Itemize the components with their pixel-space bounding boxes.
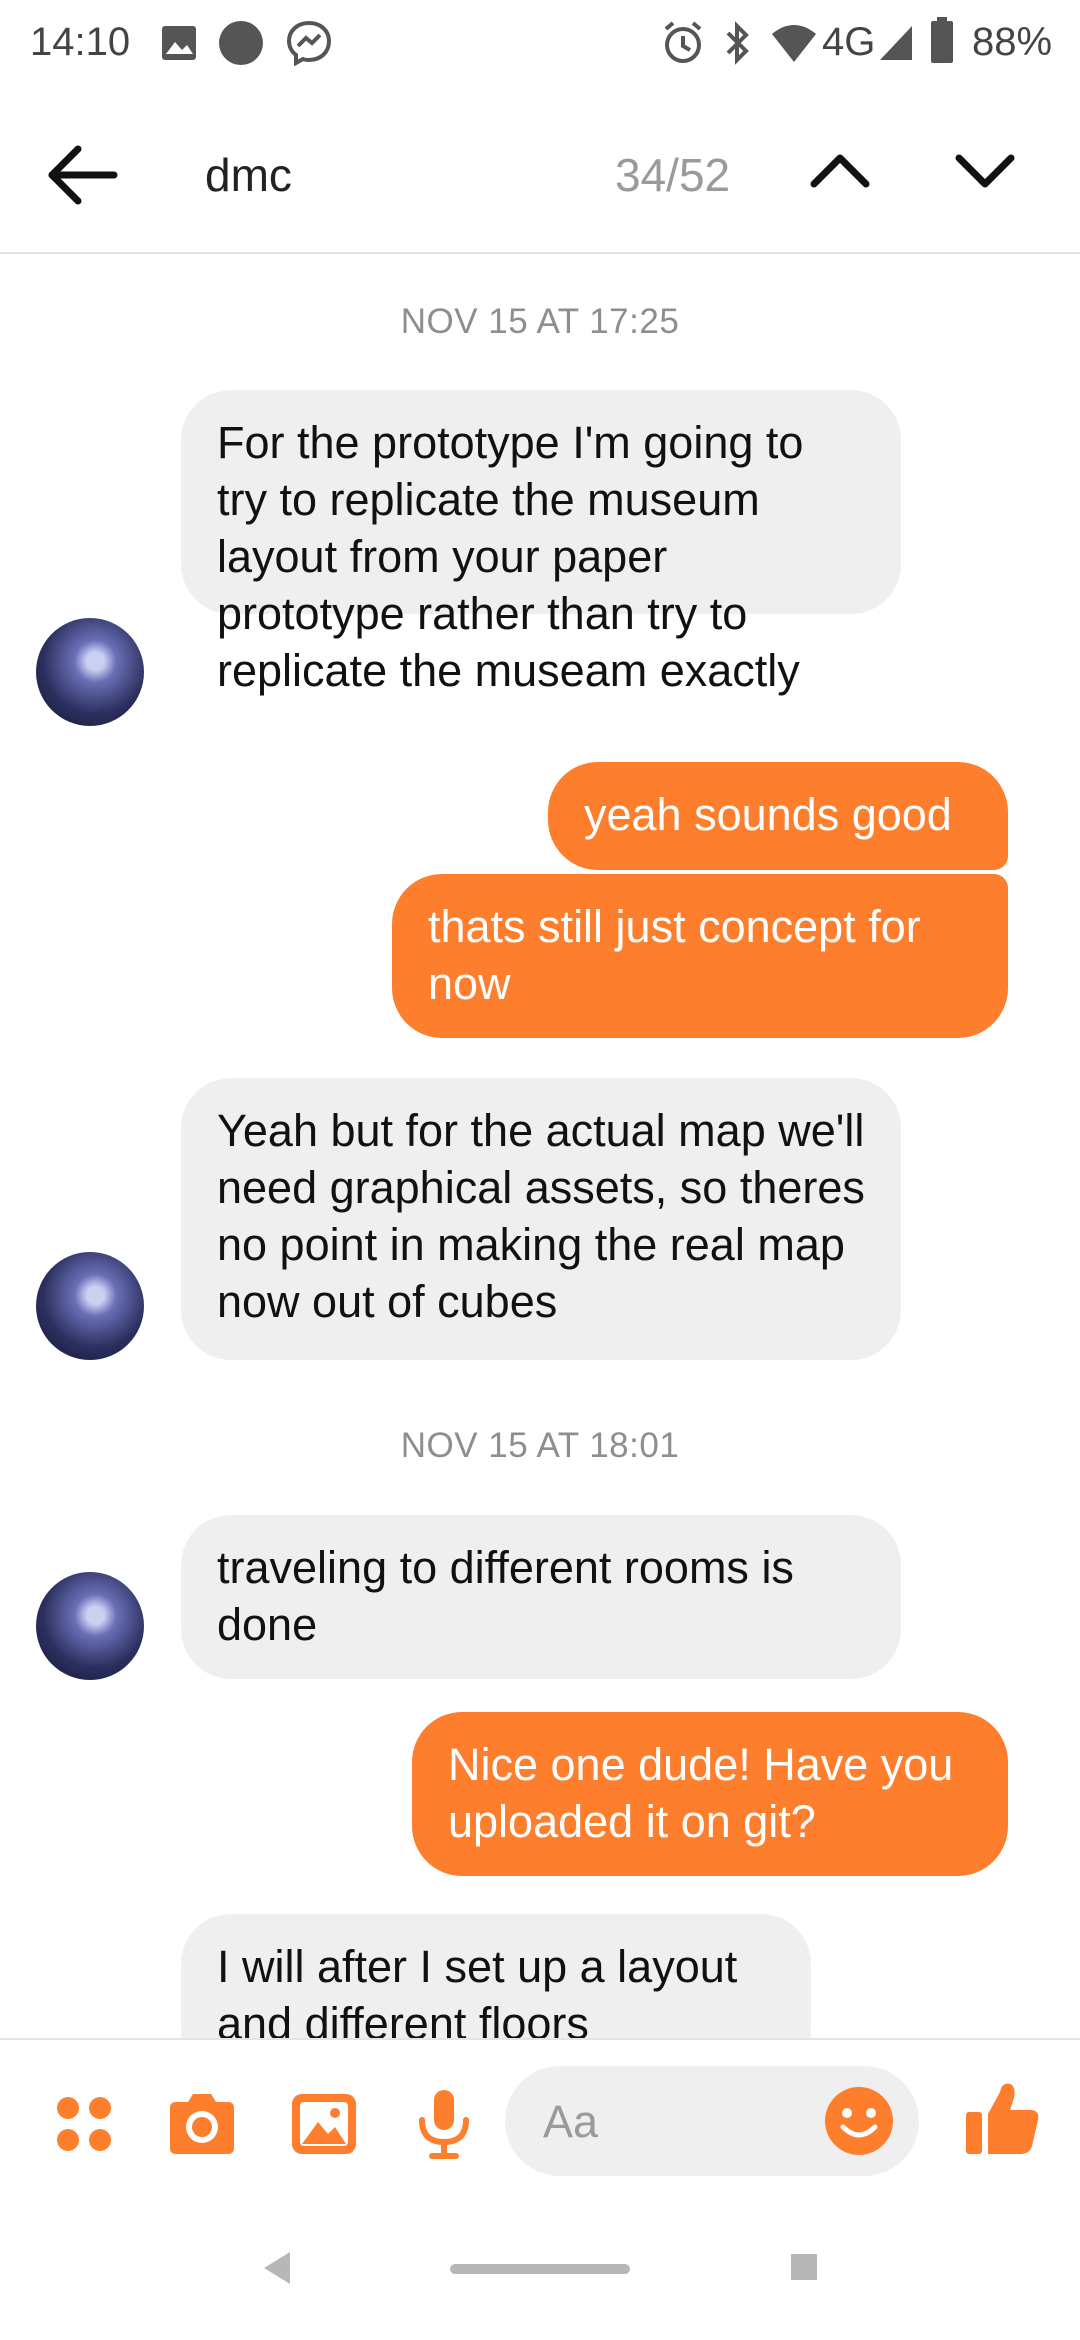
battery-level: 88% xyxy=(972,20,1053,64)
alarm-icon xyxy=(664,21,702,63)
bluetooth-icon xyxy=(726,21,749,65)
thumbs-up-icon[interactable] xyxy=(962,2078,1042,2158)
status-bar: 14:10 4G 88% xyxy=(0,0,1080,90)
timestamp: NOV 15 AT 17:25 xyxy=(400,302,680,341)
search-header: dmc 34/52 xyxy=(0,90,1080,254)
gallery-icon[interactable] xyxy=(288,2088,360,2160)
message-bubble-outgoing[interactable]: thats still just concept for now xyxy=(392,874,1008,1038)
message-bubble-incoming[interactable]: traveling to different rooms is done xyxy=(181,1515,901,1679)
image-icon xyxy=(162,26,196,60)
arrow-left-icon[interactable] xyxy=(40,130,130,220)
message-bubble-outgoing[interactable]: yeah sounds good xyxy=(548,762,1008,870)
nav-home-pill[interactable] xyxy=(450,2264,630,2274)
status-time: 14:10 xyxy=(30,20,131,64)
match-counter: 34/52 xyxy=(615,149,731,201)
nav-recents-icon[interactable] xyxy=(791,2254,817,2280)
chevron-up-icon[interactable] xyxy=(800,130,880,210)
message-input-placeholder: Aa xyxy=(543,2096,599,2147)
wifi-icon xyxy=(772,25,816,62)
apps-icon[interactable] xyxy=(48,2088,120,2160)
battery-icon xyxy=(931,17,953,63)
message-bubble-incoming[interactable]: Yeah but for the actual map we'll need g… xyxy=(181,1078,901,1360)
timestamp: NOV 15 AT 18:01 xyxy=(400,1426,680,1465)
composer-bar: Aa xyxy=(0,2038,1080,2200)
avatar[interactable] xyxy=(36,618,144,726)
message-bubble-incoming[interactable]: I will after I set up a layout and diffe… xyxy=(181,1914,811,2038)
circle-icon xyxy=(219,21,263,65)
message-input[interactable]: Aa xyxy=(505,2066,919,2176)
search-query[interactable]: dmc xyxy=(205,148,292,202)
system-nav-bar xyxy=(0,2198,1080,2340)
emoji-icon[interactable] xyxy=(821,2083,897,2159)
chevron-down-icon[interactable] xyxy=(945,130,1025,210)
network-label: 4G xyxy=(822,20,876,64)
signal-icon xyxy=(880,26,912,60)
camera-icon[interactable] xyxy=(166,2088,238,2160)
microphone-icon[interactable] xyxy=(408,2088,480,2160)
message-bubble-outgoing[interactable]: Nice one dude! Have you uploaded it on g… xyxy=(412,1712,1008,1876)
message-bubble-incoming[interactable]: For the prototype I'm going to try to re… xyxy=(181,390,901,696)
avatar[interactable] xyxy=(36,1252,144,1360)
avatar[interactable] xyxy=(36,1572,144,1680)
nav-back-icon[interactable] xyxy=(262,2250,292,2286)
message-thread[interactable]: NOV 15 AT 17:25 For the prototype I'm go… xyxy=(0,254,1080,2038)
messenger-icon xyxy=(286,20,332,66)
